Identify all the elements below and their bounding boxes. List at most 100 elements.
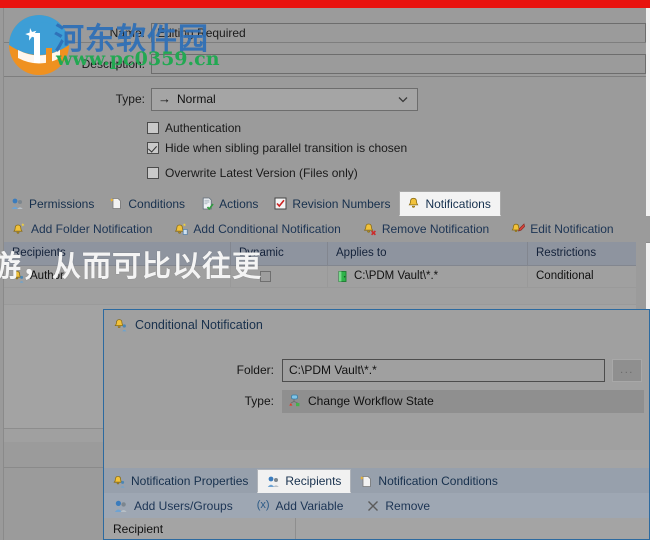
column-header-recipients[interactable]: Recipients <box>4 242 231 265</box>
type-label: Type: <box>115 92 145 106</box>
document-check-icon <box>201 197 214 211</box>
column-header-recipient[interactable]: Recipient <box>104 518 296 539</box>
transition-properties-form: Name: Editing Required Description: Type… <box>4 8 646 180</box>
bell-add-icon <box>12 222 26 236</box>
dialog-tab-notification-conditions[interactable]: Notification Conditions <box>351 469 506 493</box>
checkbox-label: Overwrite Latest Version (Files only) <box>165 166 358 180</box>
edit-notification-button[interactable]: Edit Notification <box>511 222 614 236</box>
chevron-down-icon <box>625 394 639 408</box>
dialog-title-bar: Conditional Notification <box>104 310 649 340</box>
folder-green-icon <box>336 270 349 283</box>
browse-folder-button[interactable]: ... <box>612 358 642 382</box>
dialog-title-text: Conditional Notification <box>135 318 263 332</box>
grid-header-row: Recipients Dynamic Applies to Restrictio… <box>4 242 646 266</box>
add-folder-notification-button[interactable]: Add Folder Notification <box>12 222 152 236</box>
users-icon <box>11 197 24 210</box>
recipient-value: Author <box>30 270 64 282</box>
type-dropdown[interactable]: → Normal <box>151 87 418 111</box>
document-star-icon <box>110 197 123 210</box>
divider <box>4 76 646 77</box>
conditional-notification-dialog: Conditional Notification Folder: C:\PDM … <box>103 309 650 540</box>
users-icon <box>267 475 280 488</box>
tab-revision-numbers[interactable]: Revision Numbers <box>267 191 399 216</box>
checkbox-overwrite-latest[interactable]: Overwrite Latest Version (Files only) <box>147 164 358 182</box>
dialog-tab-label: Recipients <box>285 474 342 488</box>
checkbox-icon <box>274 197 287 210</box>
bell-edit-icon <box>511 222 526 236</box>
cell-recipient: Author <box>4 266 231 287</box>
column-header-dynamic[interactable]: Dynamic <box>231 242 328 265</box>
description-input[interactable] <box>151 54 646 74</box>
dialog-type-row: Type: Change Workflow State <box>104 389 644 413</box>
close-x-icon <box>367 500 379 512</box>
notifications-toolbar: Add Folder Notification Add Conditional … <box>4 216 650 243</box>
column-header-applies-to[interactable]: Applies to <box>328 242 528 265</box>
document-star-icon <box>360 475 373 488</box>
add-conditional-notification-button[interactable]: Add Conditional Notification <box>174 222 341 236</box>
checkbox-authentication[interactable]: Authentication <box>147 119 241 137</box>
remove-recipient-button[interactable]: Remove <box>367 499 430 513</box>
toolbar-label: Edit Notification <box>530 222 614 236</box>
folder-label: Folder: <box>236 363 274 377</box>
dialog-type-label: Type: <box>244 394 274 408</box>
checkbox-box[interactable] <box>147 167 159 179</box>
remove-notification-button[interactable]: Remove Notification <box>363 222 489 236</box>
variable-x-icon: (x) <box>256 499 270 511</box>
screenshot-root: Name: Editing Required Description: Type… <box>0 0 650 540</box>
dialog-tab-label: Notification Conditions <box>378 474 498 488</box>
tab-label: Conditions <box>128 196 186 211</box>
type-row: Type: → Normal <box>4 87 646 111</box>
users-icon <box>114 499 128 513</box>
table-row[interactable]: Author C:\PDM Vault\*.* Conditional <box>4 266 646 288</box>
name-input[interactable]: Editing Required <box>151 23 646 43</box>
dialog-tabstrip: Notification Properties Recipients Notif… <box>104 468 649 494</box>
dialog-spacer <box>104 450 649 469</box>
tab-actions[interactable]: Actions <box>194 191 267 216</box>
bell-icon <box>407 197 420 210</box>
dialog-tab-recipients[interactable]: Recipients <box>257 469 352 493</box>
dialog-tab-label: Notification Properties <box>131 474 249 488</box>
name-row: Name: Editing Required <box>4 22 646 44</box>
checkbox-box[interactable] <box>147 142 159 154</box>
column-header-blank[interactable] <box>296 518 649 539</box>
bell-user-icon <box>113 475 126 488</box>
column-header-restrictions[interactable]: Restrictions <box>528 242 646 265</box>
bell-conditional-icon <box>174 222 188 236</box>
dynamic-checkbox[interactable] <box>260 271 271 282</box>
cell-restrictions: Conditional <box>536 270 594 282</box>
recipients-toolbar: Add Users/Groups (x) Add Variable Remove <box>104 493 649 519</box>
toolbar-label: Remove Notification <box>381 222 490 236</box>
dialog-tab-notification-properties[interactable]: Notification Properties <box>104 469 257 493</box>
tab-label: Revision Numbers <box>292 196 391 211</box>
dialog-toolbar-label: Remove <box>385 498 431 513</box>
tab-notifications[interactable]: Notifications <box>399 191 501 216</box>
checkbox-label: Authentication <box>165 121 242 135</box>
divider <box>4 42 646 43</box>
cell-dynamic[interactable] <box>231 266 328 287</box>
tab-label: Permissions <box>29 196 95 211</box>
add-users-groups-button[interactable]: Add Users/Groups <box>114 499 233 513</box>
tab-conditions[interactable]: Conditions <box>103 191 194 216</box>
description-label: Description: <box>81 57 145 71</box>
bell-user-icon <box>114 318 128 332</box>
checkbox-box[interactable] <box>147 122 159 134</box>
grid-empty-row <box>4 288 646 305</box>
type-dropdown-value: Normal <box>177 92 216 106</box>
dialog-type-dropdown[interactable]: Change Workflow State <box>282 389 644 413</box>
checkbox-hide-sibling[interactable]: Hide when sibling parallel transition is… <box>147 139 407 157</box>
workflow-state-icon <box>288 394 302 408</box>
description-row: Description: <box>4 53 646 75</box>
folder-input[interactable]: C:\PDM Vault\*.* <box>282 358 605 382</box>
dialog-toolbar-label: Add Variable <box>275 498 344 513</box>
name-label: Name: <box>109 26 145 40</box>
tab-permissions[interactable]: Permissions <box>4 191 103 216</box>
toolbar-label: Add Conditional Notification <box>193 222 341 236</box>
recipients-grid-header: Recipient <box>104 518 649 539</box>
top-red-bar <box>0 0 650 8</box>
add-variable-button[interactable]: (x) Add Variable <box>257 499 344 513</box>
tab-label: Actions <box>219 196 259 211</box>
folder-row: Folder: C:\PDM Vault\*.* ... <box>104 358 642 382</box>
bell-remove-icon <box>363 222 377 236</box>
chevron-down-icon <box>397 93 409 105</box>
checkbox-label: Hide when sibling parallel transition is… <box>165 141 408 155</box>
